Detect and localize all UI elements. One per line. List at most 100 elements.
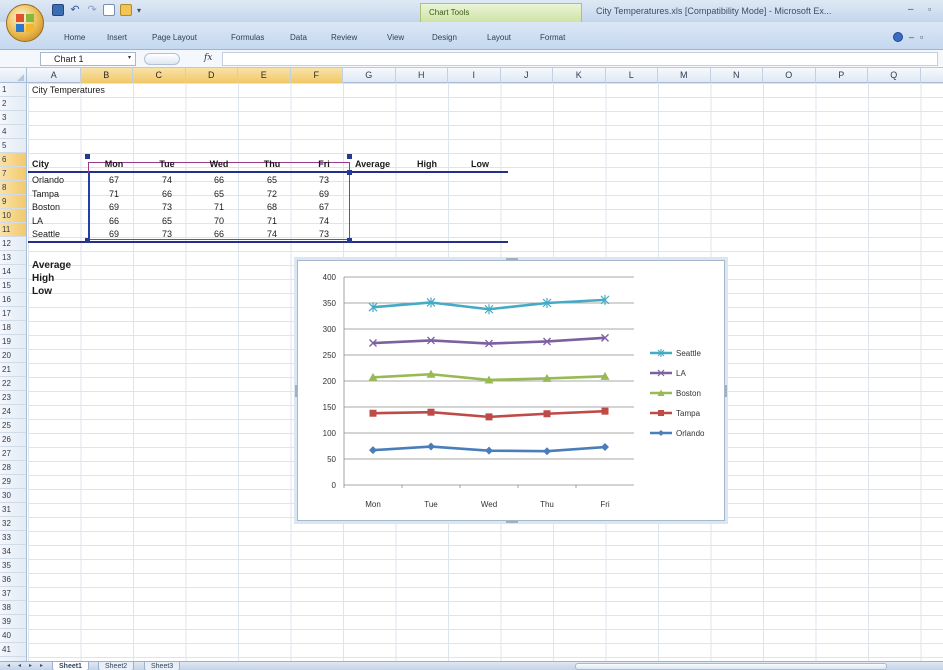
column-header[interactable]: E (238, 68, 291, 83)
first-sheet-icon[interactable]: ◂ (4, 662, 13, 670)
row-header[interactable]: 13 (0, 251, 26, 265)
temperature-cell[interactable]: 66 (193, 173, 245, 187)
next-sheet-icon[interactable]: ▸ (26, 662, 35, 670)
row-header[interactable]: 16 (0, 293, 26, 307)
row-header[interactable]: 9 (0, 195, 26, 209)
row-header[interactable]: 14 (0, 265, 26, 279)
summary-label[interactable]: High (32, 272, 54, 286)
column-header[interactable]: A (28, 68, 81, 83)
sheet-title[interactable]: City Temperatures (32, 83, 105, 97)
chart-resize-handle-bottom[interactable] (506, 521, 518, 523)
tab-data[interactable]: Data (290, 33, 307, 42)
formula-input[interactable] (222, 52, 938, 66)
new-document-icon[interactable] (103, 4, 115, 16)
tab-design[interactable]: Design (432, 33, 457, 42)
row-header[interactable]: 3 (0, 111, 26, 125)
customize-toolbar-dropdown-icon[interactable]: ▾ (137, 6, 141, 15)
tab-sheet1[interactable]: Sheet1 (52, 662, 89, 670)
column-header[interactable]: Q (868, 68, 921, 83)
open-folder-icon[interactable] (120, 4, 132, 16)
column-header[interactable]: M (658, 68, 711, 83)
redo-icon[interactable]: ↷ (86, 4, 98, 16)
row-header[interactable]: 21 (0, 363, 26, 377)
row-header[interactable]: 6 (0, 153, 26, 167)
workbook-minimize-button[interactable]: – (909, 32, 914, 42)
column-header[interactable]: C (133, 68, 186, 83)
temperature-cell[interactable]: 69 (88, 200, 140, 214)
row-header[interactable]: 38 (0, 601, 26, 615)
temperature-cell[interactable]: 69 (88, 227, 140, 241)
range-handle[interactable] (347, 170, 352, 175)
header-day[interactable]: Mon (88, 157, 140, 171)
row-header[interactable]: 11 (0, 223, 26, 237)
row-header[interactable]: 41 (0, 643, 26, 657)
temperature-cell[interactable]: 65 (193, 187, 245, 201)
header-city[interactable]: City (32, 157, 49, 171)
temperature-cell[interactable]: 73 (298, 227, 350, 241)
row-header[interactable]: 10 (0, 209, 26, 223)
chart-resize-handle-left[interactable] (295, 385, 297, 397)
tab-format[interactable]: Format (540, 33, 565, 42)
temperature-cell[interactable]: 68 (246, 200, 298, 214)
row-header[interactable]: 35 (0, 559, 26, 573)
column-header[interactable]: B (80, 68, 133, 83)
row-header[interactable]: 17 (0, 307, 26, 321)
row-header[interactable]: 29 (0, 475, 26, 489)
row-header[interactable]: 2 (0, 97, 26, 111)
column-header[interactable]: N (711, 68, 763, 83)
header-day[interactable]: Wed (193, 157, 245, 171)
header-average[interactable]: Average (355, 157, 390, 171)
chart-resize-handle-top[interactable] (506, 258, 518, 260)
minimize-button[interactable]: – (908, 4, 914, 15)
line-chart[interactable]: 0 50 100 150 200 250 300 350 400 Mon Tue Wed Thu Fri S… (295, 258, 727, 523)
tab-sheet3[interactable]: Sheet3 (144, 662, 181, 670)
insert-function-icon[interactable]: fx (204, 53, 212, 63)
row-header[interactable]: 27 (0, 447, 26, 461)
temperature-cell[interactable]: 71 (88, 187, 140, 201)
temperature-cell[interactable]: 72 (246, 187, 298, 201)
temperature-cell[interactable]: 67 (298, 200, 350, 214)
column-header[interactable]: F (290, 68, 343, 83)
row-header[interactable]: 25 (0, 419, 26, 433)
header-high[interactable]: High (417, 157, 437, 171)
tab-layout[interactable]: Layout (487, 33, 511, 42)
row-header[interactable]: 1 (0, 83, 26, 97)
tab-view[interactable]: View (387, 33, 404, 42)
row-header[interactable]: 12 (0, 237, 26, 251)
row-header[interactable]: 23 (0, 391, 26, 405)
temperature-cell[interactable]: 74 (141, 173, 193, 187)
row-header[interactable]: 19 (0, 335, 26, 349)
row-header[interactable]: 30 (0, 489, 26, 503)
row-header[interactable]: 8 (0, 181, 26, 195)
summary-label[interactable]: Average (32, 259, 71, 273)
help-icon[interactable] (893, 32, 903, 42)
chart-resize-handle-right[interactable] (725, 385, 727, 397)
temperature-cell[interactable]: 65 (246, 173, 298, 187)
column-header[interactable]: O (763, 68, 816, 83)
column-header[interactable]: D (185, 68, 238, 83)
row-header[interactable]: 37 (0, 587, 26, 601)
tab-sheet2[interactable]: Sheet2 (98, 662, 135, 670)
row-header[interactable]: 20 (0, 349, 26, 363)
city-cell[interactable]: Seattle (32, 227, 60, 241)
temperature-cell[interactable]: 65 (141, 214, 193, 228)
workbook-restore-button[interactable]: ▫ (920, 32, 923, 42)
name-box[interactable]: Chart 1 (40, 52, 136, 66)
row-header[interactable]: 26 (0, 433, 26, 447)
temperature-cell[interactable]: 66 (193, 227, 245, 241)
range-handle[interactable] (85, 154, 90, 159)
temperature-cell[interactable]: 74 (298, 214, 350, 228)
row-header[interactable]: 39 (0, 615, 26, 629)
column-header[interactable]: L (606, 68, 658, 83)
temperature-cell[interactable]: 66 (88, 214, 140, 228)
temperature-cell[interactable]: 73 (141, 227, 193, 241)
temperature-cell[interactable]: 73 (141, 200, 193, 214)
column-header[interactable]: K (553, 68, 606, 83)
city-cell[interactable]: LA (32, 214, 43, 228)
city-cell[interactable]: Orlando (32, 173, 64, 187)
temperature-cell[interactable]: 70 (193, 214, 245, 228)
row-header[interactable]: 5 (0, 139, 26, 153)
select-all-button[interactable] (0, 68, 27, 83)
restore-button[interactable]: ▫ (928, 4, 931, 14)
chevron-down-icon[interactable]: ▾ (128, 54, 131, 61)
